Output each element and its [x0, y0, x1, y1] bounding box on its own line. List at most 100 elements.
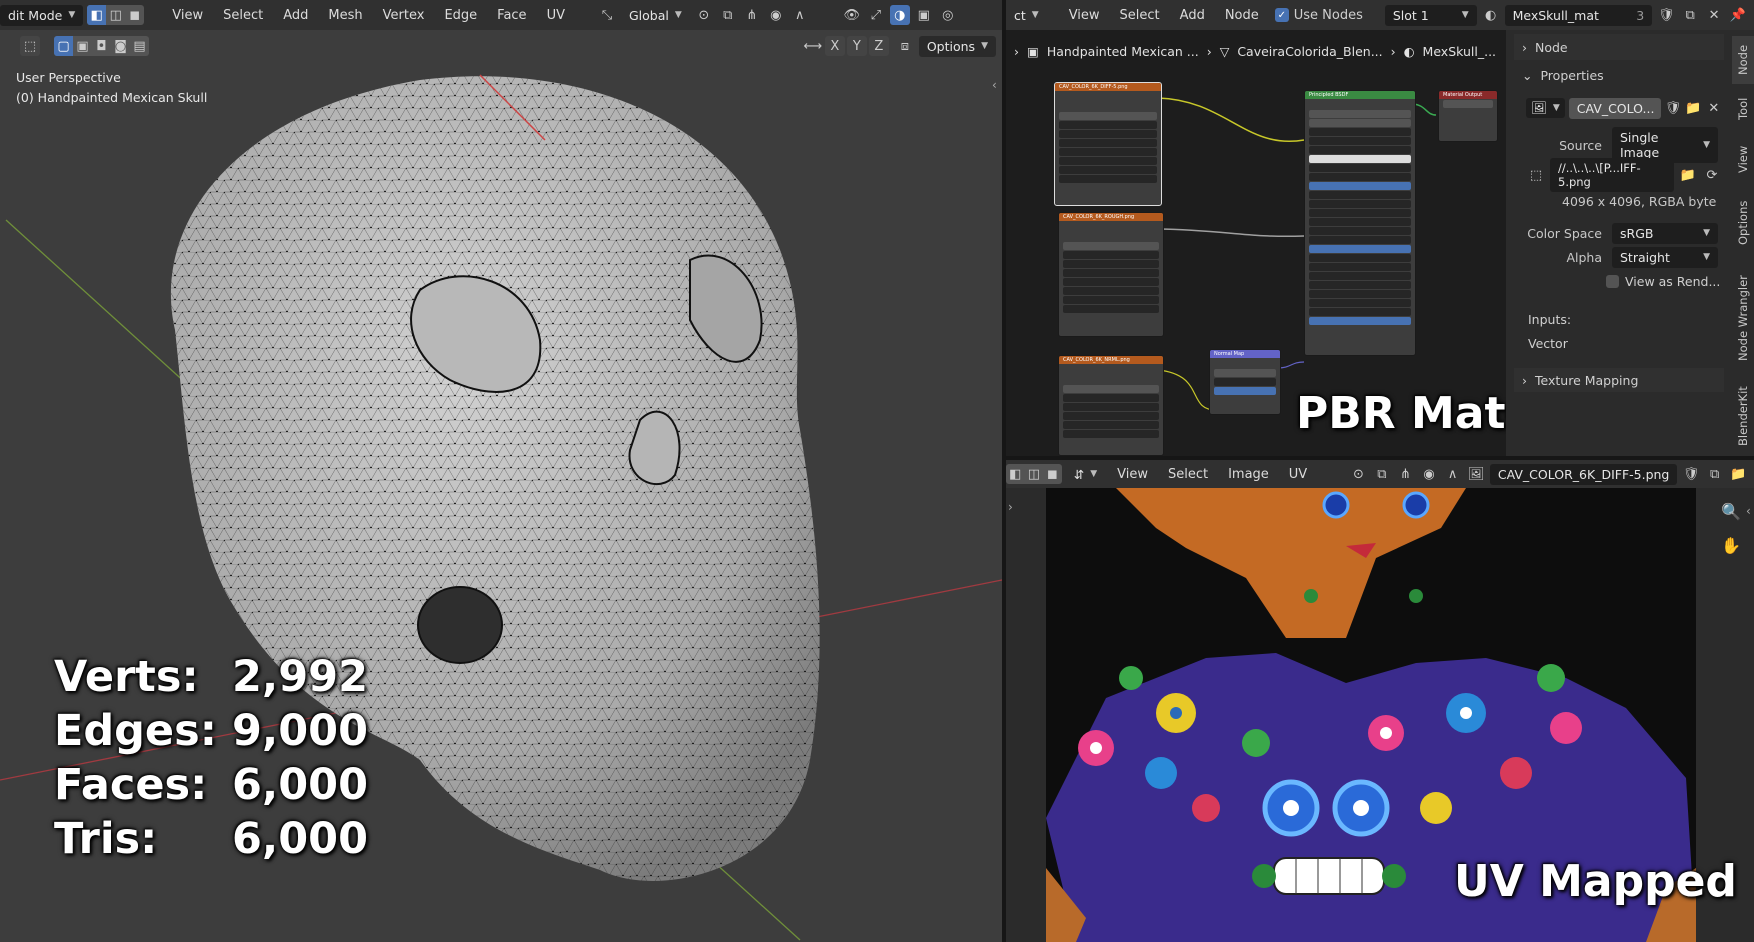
edge-select-icon[interactable]: ◫	[106, 5, 125, 25]
blender-window: dit Mode ▼ ◧ ◫ ◼ View Select Add Mesh Ver…	[0, 0, 1754, 942]
menu-uv[interactable]: UV	[1281, 464, 1315, 485]
auto-merge-icon[interactable]: ⧈	[895, 36, 915, 56]
unlink-icon[interactable]: ✕	[1706, 98, 1722, 118]
face-select-icon[interactable]: ◼	[125, 5, 144, 25]
image-texture-node-roughness[interactable]: CAV_COLOR_6K_ROUGH.png	[1058, 212, 1164, 337]
menu-view[interactable]: View	[1109, 464, 1156, 485]
colorspace-value: sRGB	[1620, 225, 1654, 241]
proportional-edit-icon[interactable]: ◉	[766, 5, 786, 25]
snap-increment-icon[interactable]: ⋔	[1396, 464, 1416, 484]
tab-node-wrangler[interactable]: Node Wrangler	[1732, 262, 1754, 374]
menu-edge[interactable]: Edge	[436, 5, 485, 26]
mode-dropdown[interactable]: dit Mode ▼	[0, 4, 84, 26]
fake-user-icon[interactable]: 🛡	[1656, 5, 1676, 25]
fake-user-icon[interactable]: 🛡	[1665, 98, 1682, 118]
falloff-icon[interactable]: ∧	[790, 5, 810, 25]
image-resolution: 4096 x 4096, RGBA byte	[1562, 194, 1717, 209]
proportional-edit-icon[interactable]: ◉	[1419, 464, 1439, 484]
duplicate-icon[interactable]: ⧉	[1680, 5, 1700, 25]
select-new-icon[interactable]: ▢	[54, 36, 73, 56]
node-panel-header[interactable]: › Node	[1514, 34, 1724, 60]
colorspace-dropdown[interactable]: sRGB ▼	[1612, 222, 1718, 244]
image-name-field[interactable]: CAV_COLO...	[1568, 97, 1661, 119]
colorspace-row: Color Space sRGB ▼	[1506, 222, 1754, 244]
xray-icon[interactable]: ▣	[914, 5, 934, 25]
menu-view[interactable]: View	[164, 5, 211, 26]
filepath-field[interactable]: //..\..\..\[P...IFF-5.png	[1550, 158, 1674, 192]
material-output-node[interactable]: Material Output	[1438, 90, 1498, 142]
gizmo-icon[interactable]: ⤢	[866, 5, 886, 25]
select-tool-icon[interactable]: ⬚	[20, 36, 40, 56]
wireframe-shading-icon[interactable]: ◎	[938, 5, 958, 25]
select-extend-icon[interactable]: ▣	[73, 36, 92, 56]
options-dropdown[interactable]: Options ▼	[918, 35, 996, 57]
axis-y-toggle[interactable]: Y	[846, 36, 867, 56]
falloff-icon[interactable]: ∧	[1443, 464, 1463, 484]
stat-label: Verts:	[54, 652, 199, 702]
image-texture-node-diffuse[interactable]: CAV_COLOR_6K_DIFF-5.png	[1054, 82, 1162, 206]
axis-z-toggle[interactable]: Z	[868, 36, 889, 56]
uv-editor[interactable]: ◧ ◫ ◼ ⇵ ▼ View Select Image UV ⊙ ⧉ ⋔ ◉ ∧ …	[1006, 460, 1754, 942]
sidebar-toggle-arrow[interactable]: ‹	[1746, 504, 1751, 518]
unlink-icon[interactable]: ✕	[1704, 5, 1724, 25]
folder-icon[interactable]: 📁	[1678, 165, 1698, 185]
normal-map-node[interactable]: Normal Map	[1209, 349, 1281, 415]
pivot-icon[interactable]: ⊙	[694, 5, 714, 25]
open-folder-icon[interactable]: 📁	[1685, 98, 1701, 118]
alpha-dropdown[interactable]: Straight ▼	[1612, 246, 1718, 268]
toolbar-toggle-arrow[interactable]: ›	[1008, 500, 1013, 514]
uv-face-select-icon[interactable]: ◼	[1043, 464, 1062, 484]
texture-mapping-header[interactable]: › Texture Mapping	[1514, 368, 1724, 392]
uv-sticky-dropdown[interactable]: ⇵ ▼	[1066, 464, 1105, 485]
stat-value: 9,000	[232, 706, 369, 756]
overlay-icon[interactable]: ◑	[889, 5, 910, 25]
menu-select[interactable]: Select	[215, 5, 271, 26]
tab-options[interactable]: Options	[1732, 188, 1754, 258]
axis-x-toggle[interactable]: X	[824, 36, 845, 56]
open-folder-icon[interactable]: 📁	[1728, 464, 1748, 484]
sidebar-toggle-arrow[interactable]: ‹	[992, 78, 997, 92]
orientation-dropdown[interactable]: Global ▼	[621, 5, 690, 26]
hand-pan-icon[interactable]: ✋	[1718, 532, 1744, 558]
zoom-icon[interactable]: 🔍	[1718, 498, 1744, 524]
properties-panel-header[interactable]: ⌄ Properties	[1514, 62, 1724, 88]
image-name-field[interactable]: CAV_COLOR_6K_DIFF-5.png	[1489, 463, 1678, 485]
tab-node[interactable]: Node	[1732, 36, 1754, 84]
image-browse-icon[interactable]: 🖼	[1466, 464, 1486, 484]
menu-vertex[interactable]: Vertex	[375, 5, 433, 26]
uv-edge-select-icon[interactable]: ◫	[1025, 464, 1044, 484]
vertex-select-icon[interactable]: ◧	[87, 5, 107, 25]
3d-viewport[interactable]: dit Mode ▼ ◧ ◫ ◼ View Select Add Mesh Ver…	[0, 0, 1002, 942]
snap-increment-icon[interactable]: ⋔	[742, 5, 762, 25]
menu-image[interactable]: Image	[1220, 464, 1277, 485]
material-name-field[interactable]: MexSkull_mat 3	[1504, 4, 1653, 26]
source-value: Single Image	[1620, 130, 1660, 160]
select-invert-icon[interactable]: ◙	[111, 36, 130, 56]
view-as-render-checkbox[interactable]	[1606, 274, 1619, 288]
menu-uv[interactable]: UV	[539, 5, 573, 26]
principled-bsdf-node[interactable]: Principled BSDF	[1304, 90, 1416, 356]
pin-icon[interactable]: 📌	[1728, 5, 1748, 25]
packed-file-icon[interactable]: ⬚	[1526, 165, 1546, 185]
node-title: CAV_COLOR_6K_NRML.png	[1059, 356, 1163, 364]
tab-blenderkit[interactable]: BlenderKit	[1732, 378, 1754, 454]
snap-icon[interactable]: ⧉	[718, 5, 738, 25]
menu-face[interactable]: Face	[489, 5, 534, 26]
image-browse-button[interactable]: 🖼 ▼	[1526, 98, 1565, 118]
uv-vertex-select-icon[interactable]: ◧	[1006, 464, 1025, 484]
reload-icon[interactable]: ⟳	[1702, 165, 1722, 185]
fake-user-icon[interactable]: 🛡	[1681, 464, 1701, 484]
duplicate-icon[interactable]: ⧉	[1705, 464, 1725, 484]
pivot-icon[interactable]: ⊙	[1349, 464, 1369, 484]
menu-mesh[interactable]: Mesh	[320, 5, 370, 26]
tab-tool[interactable]: Tool	[1732, 88, 1754, 130]
menu-add[interactable]: Add	[275, 5, 316, 26]
select-subtract-icon[interactable]: ◘	[92, 36, 111, 56]
tab-view[interactable]: View	[1732, 134, 1754, 184]
snap-icon[interactable]: ⧉	[1372, 464, 1392, 484]
select-intersect-icon[interactable]: ▤	[130, 36, 149, 56]
mirror-icon[interactable]: ⟷	[803, 36, 823, 56]
image-texture-node-normal[interactable]: CAV_COLOR_6K_NRML.png	[1058, 355, 1164, 456]
menu-select[interactable]: Select	[1160, 464, 1216, 485]
visibility-icon[interactable]: 👁	[842, 5, 862, 25]
